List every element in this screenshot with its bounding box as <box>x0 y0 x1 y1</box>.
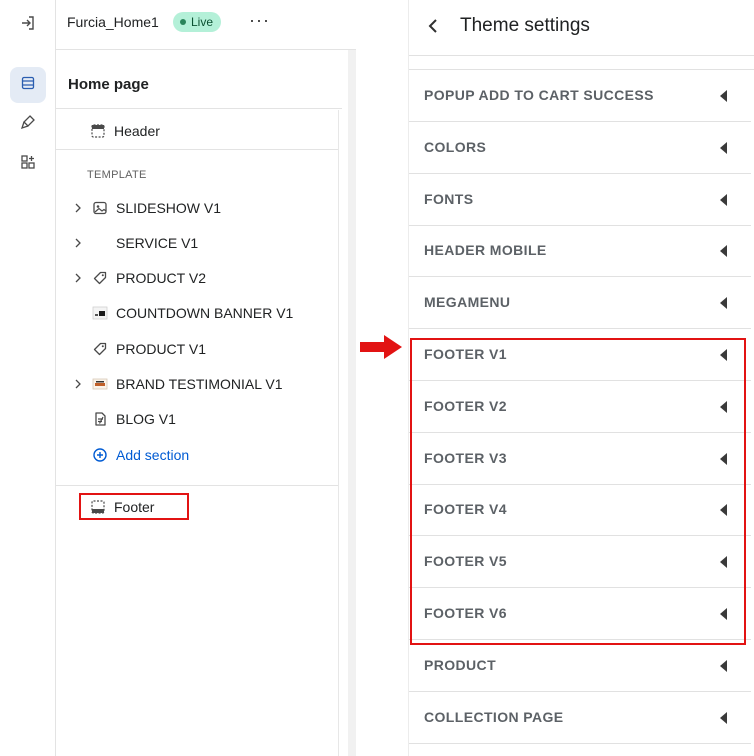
section-item-countdown-banner[interactable]: COUNTDOWN BANNER V1 <box>90 298 358 328</box>
template-heading: TEMPLATE <box>87 169 147 181</box>
setting-row-popup-add-to-cart-success[interactable]: POPUP ADD TO CART SUCCESS <box>409 70 751 122</box>
setting-row-header-mobile[interactable]: HEADER MOBILE <box>409 225 751 278</box>
divider <box>56 108 342 109</box>
setting-row-colors[interactable]: COLORS <box>409 122 751 174</box>
theme-settings-title: Theme settings <box>460 15 590 36</box>
add-section-label: Add section <box>116 447 190 463</box>
section-item-label: Header <box>114 123 160 139</box>
red-arrow-icon <box>358 333 404 366</box>
divider <box>56 485 338 486</box>
caret-left-icon <box>720 711 727 724</box>
setting-row-collection-page[interactable]: COLLECTION PAGE <box>409 692 751 744</box>
setting-row-label: PRODUCT <box>424 656 497 673</box>
caret-left-icon <box>720 193 727 206</box>
setting-row-megamenu[interactable]: MEGAMENU <box>409 277 751 330</box>
status-badge-label: Live <box>191 15 214 29</box>
section-item-label: BLOG V1 <box>116 411 176 427</box>
tag-icon <box>90 339 110 359</box>
setting-row-label: COLORS <box>424 138 487 155</box>
image-icon <box>90 198 110 218</box>
editor-topbar: Furcia_Home1 Live ··· <box>56 0 356 50</box>
editor-panel: Furcia_Home1 Live ··· Home page Header T… <box>0 0 356 756</box>
setting-row-product[interactable]: PRODUCT <box>409 640 751 692</box>
sections-icon <box>20 75 36 96</box>
divider <box>56 149 338 150</box>
setting-row-label: POPUP ADD TO CART SUCCESS <box>424 87 654 103</box>
theme-settings-header: Theme settings <box>409 0 754 56</box>
theme-settings-button[interactable] <box>10 106 46 142</box>
section-item-label: PRODUCT V1 <box>116 341 206 357</box>
chevron-right-icon[interactable] <box>70 376 86 392</box>
blank-icon <box>90 233 110 253</box>
chevron-right-icon[interactable] <box>70 200 86 216</box>
apps-button[interactable] <box>10 146 46 182</box>
chevron-right-icon[interactable] <box>70 235 86 251</box>
footer-highlight-box <box>79 493 189 520</box>
header-layout-icon <box>88 121 108 141</box>
caret-left-icon <box>720 297 727 310</box>
page-title: Home page <box>68 76 149 93</box>
caret-left-icon <box>720 245 727 258</box>
section-item-label: PRODUCT V2 <box>116 270 206 286</box>
footer-settings-highlight-box <box>410 338 746 645</box>
setting-row-label: FONTS <box>424 190 474 207</box>
testimonial-thumb-icon <box>90 374 110 394</box>
setting-row-label: MEGAMENU <box>424 294 511 311</box>
section-item-header[interactable]: Header <box>88 116 356 146</box>
status-badge: Live <box>173 12 222 32</box>
add-section-button[interactable]: Add section <box>90 440 358 470</box>
chevron-right-icon[interactable] <box>70 270 86 286</box>
sections-button[interactable] <box>10 67 46 103</box>
banner-thumb-icon <box>90 303 110 323</box>
panel-gutter <box>348 50 356 756</box>
section-item-product-v1[interactable]: PRODUCT V1 <box>90 334 358 364</box>
section-item-label: BRAND TESTIMONIAL V1 <box>116 376 283 392</box>
setting-row-label: HEADER MOBILE <box>424 242 547 259</box>
setting-row-label: COLLECTION PAGE <box>424 708 564 725</box>
section-item-label: SLIDESHOW V1 <box>116 200 222 216</box>
tag-icon <box>90 268 110 288</box>
more-actions-button[interactable]: ··· <box>249 10 270 31</box>
caret-left-icon <box>720 659 727 672</box>
section-item-service[interactable]: SERVICE V1 <box>70 228 338 258</box>
section-item-product-v2[interactable]: PRODUCT V2 <box>70 263 338 293</box>
section-item-blog[interactable]: BLOG V1 <box>90 404 358 434</box>
document-icon <box>90 409 110 429</box>
paintbrush-icon <box>20 114 36 135</box>
caret-left-icon <box>720 90 727 102</box>
back-chevron-icon[interactable] <box>427 14 447 38</box>
apps-icon <box>20 154 36 175</box>
section-item-label: SERVICE V1 <box>116 235 199 251</box>
section-item-label: COUNTDOWN BANNER V1 <box>116 305 294 321</box>
caret-left-icon <box>720 141 727 154</box>
setting-row-fonts[interactable]: FONTS <box>409 174 751 226</box>
section-item-slideshow[interactable]: SLIDESHOW V1 <box>70 193 338 223</box>
exit-icon[interactable] <box>16 11 40 35</box>
theme-name: Furcia_Home1 <box>67 14 159 30</box>
editor-sidebar-rail <box>0 0 56 756</box>
plus-circle-icon <box>90 445 110 465</box>
section-item-brand-testimonial[interactable]: BRAND TESTIMONIAL V1 <box>70 369 338 399</box>
status-dot-icon <box>180 19 186 25</box>
theme-settings-panel: Theme settings POPUP ADD TO CART SUCCESS… <box>408 0 754 756</box>
